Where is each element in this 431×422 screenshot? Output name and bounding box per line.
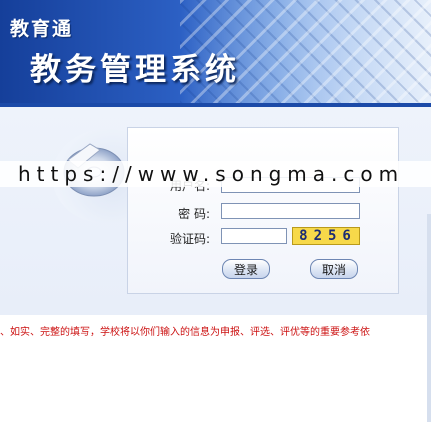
panel-edge xyxy=(427,214,431,422)
login-area xyxy=(0,107,431,422)
captcha-field[interactable] xyxy=(221,228,287,244)
captcha-image[interactable]: 8256 xyxy=(292,227,360,245)
cancel-button[interactable]: 取消 xyxy=(310,259,358,279)
system-title: 教务管理系统 xyxy=(30,52,240,88)
header-banner: 教育通 教务管理系统 xyxy=(0,0,431,103)
password-label: 密 码: xyxy=(178,207,210,221)
brand-name: 教育通 xyxy=(10,18,74,40)
captcha-label: 验证码: xyxy=(169,232,210,246)
login-button[interactable]: 登录 xyxy=(222,259,270,279)
notice-text: 、如实、完整的填写，学校将以你们输入的信息为申报、评选、评优等的重要参考依 xyxy=(0,327,370,338)
password-field[interactable] xyxy=(221,203,360,219)
url-watermark: https://www.songma.com xyxy=(0,161,431,187)
